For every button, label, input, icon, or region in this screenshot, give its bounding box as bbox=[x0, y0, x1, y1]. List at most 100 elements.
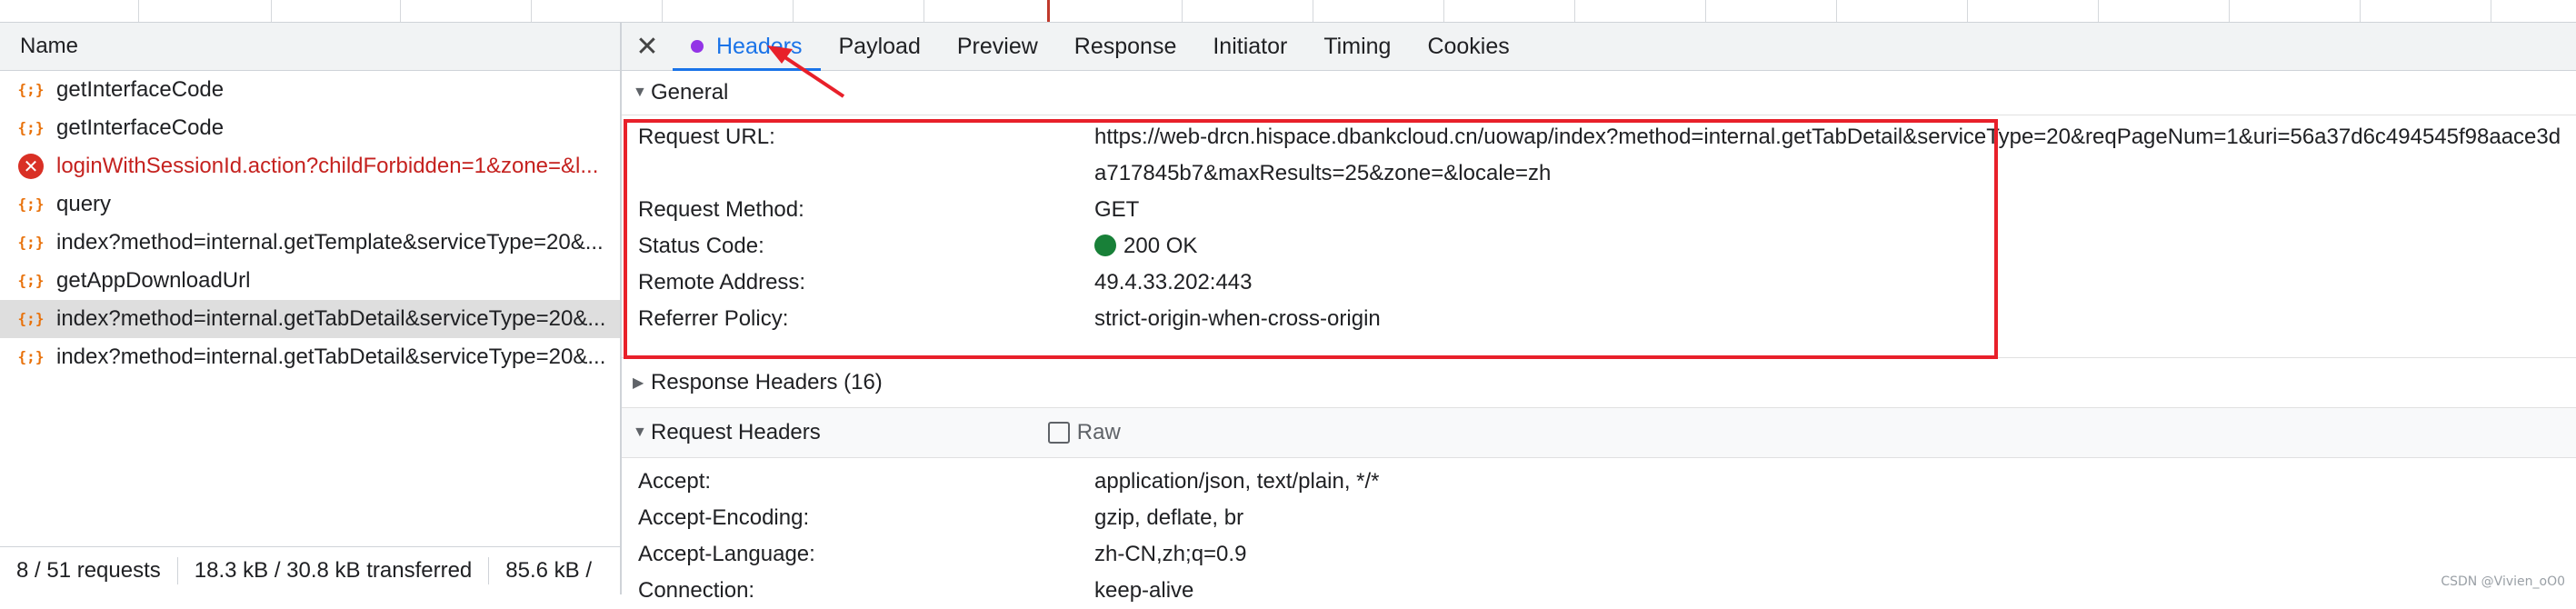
transferred-size: 18.3 kB / 30.8 kB transferred bbox=[178, 557, 490, 584]
status-ok-icon bbox=[1094, 235, 1116, 256]
tab-label: Payload bbox=[838, 34, 921, 59]
header-key: Accept: bbox=[638, 469, 712, 494]
header-key: Connection: bbox=[638, 578, 755, 603]
fetch-icon: {;} bbox=[17, 272, 45, 289]
network-timeline[interactable] bbox=[0, 0, 2576, 23]
timeline-tick bbox=[2229, 0, 2230, 22]
summary-status-bar: 8 / 51 requests 18.3 kB / 30.8 kB transf… bbox=[0, 546, 620, 594]
details-tabbar: ✕ Headers Payload Preview Response Initiator… bbox=[622, 23, 2576, 71]
request-row[interactable]: {;} getInterfaceCode bbox=[0, 71, 620, 109]
request-row[interactable]: {;} getAppDownloadUrl bbox=[0, 262, 620, 300]
header-row: Status Code: 200 OK bbox=[622, 228, 2576, 265]
tab-cookies[interactable]: Cookies bbox=[1409, 23, 1527, 70]
headers-indicator-dot bbox=[691, 40, 704, 53]
resources-size: 85.6 kB / bbox=[505, 558, 592, 583]
general-rows: Request URL: https://web-drcn.hispace.dba… bbox=[622, 119, 2576, 337]
header-key: Referrer Policy: bbox=[638, 306, 789, 331]
header-key: Status Code: bbox=[638, 234, 764, 258]
tab-initiator[interactable]: Initiator bbox=[1194, 23, 1305, 70]
request-headers-title: Request Headers bbox=[651, 420, 821, 444]
request-name: getInterfaceCode bbox=[56, 77, 225, 102]
header-value[interactable]: strict-origin-when-cross-origin bbox=[1094, 301, 2576, 337]
request-list: {;} getInterfaceCode {;} getInterfaceCode ✕ l… bbox=[0, 71, 620, 376]
header-row: Remote Address: 49.4.33.202:443 bbox=[622, 265, 2576, 301]
general-title: General bbox=[651, 80, 729, 105]
request-row[interactable]: {;} index?method=internal.getTabDetail&se… bbox=[0, 338, 620, 376]
watermark: CSDN @Vivien_oO0 bbox=[2441, 574, 2565, 589]
tab-label: Headers bbox=[716, 34, 803, 59]
general-section: Request URL: https://web-drcn.hispace.dba… bbox=[622, 115, 2576, 359]
tab-preview[interactable]: Preview bbox=[939, 23, 1056, 70]
header-value[interactable]: application/json, text/plain, */* bbox=[1094, 464, 2576, 500]
close-icon[interactable]: ✕ bbox=[622, 23, 673, 70]
header-key: Request Method: bbox=[638, 197, 804, 222]
request-row[interactable]: {;} query bbox=[0, 185, 620, 224]
header-key: Request URL: bbox=[638, 125, 775, 149]
general-section-header[interactable]: ▼ General bbox=[622, 71, 2576, 115]
tab-payload[interactable]: Payload bbox=[821, 23, 939, 70]
raw-toggle[interactable]: Raw bbox=[1047, 420, 1121, 445]
request-name: index?method=internal.getTemplate&servic… bbox=[56, 230, 604, 255]
header-value[interactable]: 200 OK bbox=[1094, 228, 2576, 265]
triangle-right-icon: ▶ bbox=[633, 375, 644, 391]
triangle-down-icon: ▼ bbox=[633, 85, 647, 100]
response-headers-section-header[interactable]: ▶ Response Headers (16) bbox=[622, 357, 2576, 408]
request-row[interactable]: {;} getInterfaceCode bbox=[0, 109, 620, 147]
tab-label: Initiator bbox=[1213, 34, 1288, 59]
timeline-tick bbox=[793, 0, 794, 22]
timeline-tick bbox=[531, 0, 532, 22]
tab-label: Timing bbox=[1323, 34, 1392, 59]
header-key: Accept-Language: bbox=[638, 542, 815, 566]
request-row[interactable]: {;} index?method=internal.getTabDetail&se… bbox=[0, 300, 620, 338]
request-list-pane: Name {;} getInterfaceCode {;} getInterfaceC… bbox=[0, 23, 622, 594]
timeline-tick bbox=[1182, 0, 1183, 22]
header-key: Remote Address: bbox=[638, 270, 806, 295]
triangle-down-icon: ▼ bbox=[633, 424, 647, 440]
tab-response[interactable]: Response bbox=[1056, 23, 1195, 70]
request-headers-section-header[interactable]: ▼ Request Headers Raw bbox=[622, 408, 2576, 458]
timeline-tick bbox=[400, 0, 401, 22]
header-row: Referrer Policy: strict-origin-when-cross… bbox=[622, 301, 2576, 337]
header-value[interactable]: keep-alive bbox=[1094, 573, 2576, 609]
request-header-rows: Accept: application/json, text/plain, */*… bbox=[622, 458, 2576, 609]
timeline-tick bbox=[1443, 0, 1444, 22]
tab-headers[interactable]: Headers bbox=[673, 23, 821, 71]
raw-checkbox[interactable] bbox=[1047, 422, 1070, 444]
timeline-tick bbox=[1705, 0, 1706, 22]
timeline-marker bbox=[1047, 0, 1050, 22]
request-name: getInterfaceCode bbox=[56, 115, 225, 140]
header-row: Connection: keep-alive bbox=[622, 573, 2576, 609]
response-headers-title: Response Headers (16) bbox=[651, 370, 883, 394]
header-value[interactable]: zh-CN,zh;q=0.9 bbox=[1094, 536, 2576, 573]
timeline-tick bbox=[271, 0, 272, 22]
header-row: Request Method: GET bbox=[622, 192, 2576, 228]
header-row: Accept-Encoding: gzip, deflate, br bbox=[622, 500, 2576, 536]
request-name: loginWithSessionId.action?childForbidden… bbox=[56, 154, 599, 178]
request-details-pane: ✕ Headers Payload Preview Response Initiator… bbox=[622, 23, 2576, 603]
name-column-header[interactable]: Name bbox=[0, 23, 620, 71]
timeline-tick bbox=[662, 0, 663, 22]
header-row: Request URL: https://web-drcn.hispace.dba… bbox=[622, 119, 2576, 192]
header-value[interactable]: https://web-drcn.hispace.dbankcloud.cn/u… bbox=[1094, 119, 2576, 192]
header-value[interactable]: GET bbox=[1094, 192, 2576, 228]
fetch-icon: {;} bbox=[17, 234, 45, 251]
tab-label: Response bbox=[1073, 34, 1177, 59]
tab-label: Preview bbox=[956, 34, 1038, 59]
request-name: index?method=internal.getTabDetail&servi… bbox=[56, 344, 606, 369]
request-row[interactable]: {;} index?method=internal.getTemplate&ser… bbox=[0, 224, 620, 262]
fetch-icon: {;} bbox=[17, 195, 45, 213]
timeline-tick bbox=[138, 0, 139, 22]
request-count: 8 / 51 requests bbox=[0, 557, 178, 584]
timeline-tick bbox=[1836, 0, 1837, 22]
header-key: Accept-Encoding: bbox=[638, 505, 810, 530]
fetch-icon: {;} bbox=[17, 310, 45, 327]
header-value[interactable]: gzip, deflate, br bbox=[1094, 500, 2576, 536]
tab-timing[interactable]: Timing bbox=[1305, 23, 1409, 70]
request-name: getAppDownloadUrl bbox=[56, 268, 251, 293]
header-row: Accept: application/json, text/plain, */* bbox=[622, 464, 2576, 500]
tab-label: Cookies bbox=[1427, 34, 1510, 59]
header-value[interactable]: 49.4.33.202:443 bbox=[1094, 265, 2576, 301]
request-row[interactable]: ✕ loginWithSessionId.action?childForbidde… bbox=[0, 147, 620, 185]
timeline-tick bbox=[1967, 0, 1968, 22]
error-icon: ✕ bbox=[18, 154, 44, 179]
